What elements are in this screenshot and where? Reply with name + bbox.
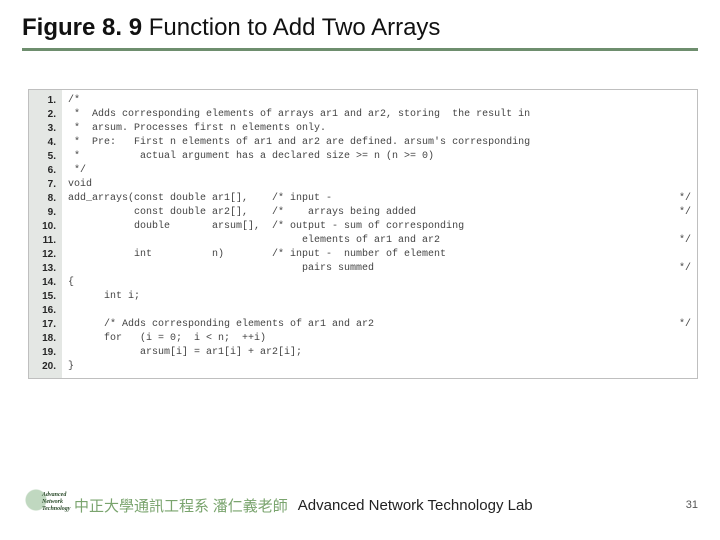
- line-number: 13.: [29, 262, 56, 276]
- code-line: for (i = 0; i < n; ++i): [68, 332, 691, 346]
- code-line: add_arrays(const double ar1[], /* input …: [68, 192, 691, 206]
- code-line: int n) /* input - number of element: [68, 248, 691, 262]
- code-line: * Pre: First n elements of ar1 and ar2 a…: [68, 136, 691, 150]
- code-text: * arsum. Processes first n elements only…: [68, 122, 691, 136]
- code-text: const double ar2[], /* arrays being adde…: [68, 206, 679, 220]
- code-text-tail: */: [679, 234, 691, 248]
- code-line: double arsum[], /* output - sum of corre…: [68, 220, 691, 234]
- code-line: }: [68, 360, 691, 374]
- code-figure: 1.2.3.4.5.6.7.8.9.10.11.12.13.14.15.16.1…: [28, 89, 698, 379]
- code-text: double arsum[], /* output - sum of corre…: [68, 220, 691, 234]
- line-number: 9.: [29, 206, 56, 220]
- code-text: }: [68, 360, 691, 374]
- footer: Advanced Network Technology 中正大學通訊工程系 潘仁…: [0, 488, 720, 522]
- code-text: for (i = 0; i < n; ++i): [68, 332, 691, 346]
- code-text-tail: */: [679, 192, 691, 206]
- line-number: 10.: [29, 220, 56, 234]
- code-line: pairs summed*/: [68, 262, 691, 276]
- code-text-tail: */: [679, 262, 691, 276]
- lab-logo-text: Advanced Network Technology: [42, 492, 70, 513]
- code-text: /*: [68, 94, 691, 108]
- code-text: * Pre: First n elements of ar1 and ar2 a…: [68, 136, 691, 150]
- code-line: elements of ar1 and ar2*/: [68, 234, 691, 248]
- code-line: /*: [68, 94, 691, 108]
- code-text: elements of ar1 and ar2: [68, 234, 679, 248]
- code-line: * arsum. Processes first n elements only…: [68, 122, 691, 136]
- line-number: 5.: [29, 150, 56, 164]
- code-text: pairs summed: [68, 262, 679, 276]
- code-text: [68, 304, 691, 318]
- title-underline: [22, 48, 698, 51]
- page-number: 31: [686, 499, 698, 511]
- line-number: 2.: [29, 108, 56, 122]
- line-number: 6.: [29, 164, 56, 178]
- code-line: void: [68, 178, 691, 192]
- line-number: 1.: [29, 94, 56, 108]
- line-number: 11.: [29, 234, 56, 248]
- line-number: 14.: [29, 276, 56, 290]
- code-text: void: [68, 178, 691, 192]
- code-text: */: [68, 164, 691, 178]
- line-number: 4.: [29, 136, 56, 150]
- code-line: */: [68, 164, 691, 178]
- code-text: /* Adds corresponding elements of ar1 an…: [68, 318, 679, 332]
- code-line: * Adds corresponding elements of arrays …: [68, 108, 691, 122]
- slide-title: Figure 8. 9 Function to Add Two Arrays: [0, 0, 720, 42]
- code-line: arsum[i] = ar1[i] + ar2[i];: [68, 346, 691, 360]
- code-line: int i;: [68, 290, 691, 304]
- code-text-tail: */: [679, 318, 691, 332]
- code-line: [68, 304, 691, 318]
- line-number: 20.: [29, 360, 56, 374]
- lab-logo: Advanced Network Technology: [22, 488, 68, 522]
- footer-lab-name: Advanced Network Technology Lab: [298, 497, 533, 514]
- line-number: 7.: [29, 178, 56, 192]
- code-text: int n) /* input - number of element: [68, 248, 691, 262]
- line-number: 16.: [29, 304, 56, 318]
- code-line: const double ar2[], /* arrays being adde…: [68, 206, 691, 220]
- code-text: * actual argument has a declared size >=…: [68, 150, 691, 164]
- code-text: * Adds corresponding elements of arrays …: [68, 108, 691, 122]
- code-text-tail: */: [679, 206, 691, 220]
- line-number: 19.: [29, 346, 56, 360]
- code-text: arsum[i] = ar1[i] + ar2[i];: [68, 346, 691, 360]
- line-number: 3.: [29, 122, 56, 136]
- code-line: /* Adds corresponding elements of ar1 an…: [68, 318, 691, 332]
- line-number-gutter: 1.2.3.4.5.6.7.8.9.10.11.12.13.14.15.16.1…: [28, 89, 62, 379]
- line-number: 17.: [29, 318, 56, 332]
- line-number: 15.: [29, 290, 56, 304]
- figure-caption: Function to Add Two Arrays: [142, 14, 440, 41]
- code-text: int i;: [68, 290, 691, 304]
- code-content: /* * Adds corresponding elements of arra…: [62, 89, 698, 379]
- code-line: * actual argument has a declared size >=…: [68, 150, 691, 164]
- code-text: {: [68, 276, 691, 290]
- code-text: add_arrays(const double ar1[], /* input …: [68, 192, 679, 206]
- line-number: 8.: [29, 192, 56, 206]
- line-number: 18.: [29, 332, 56, 346]
- line-number: 12.: [29, 248, 56, 262]
- code-line: {: [68, 276, 691, 290]
- figure-number: Figure 8. 9: [22, 14, 142, 41]
- footer-affiliation: 中正大學通訊工程系 潘仁義老師: [74, 495, 288, 516]
